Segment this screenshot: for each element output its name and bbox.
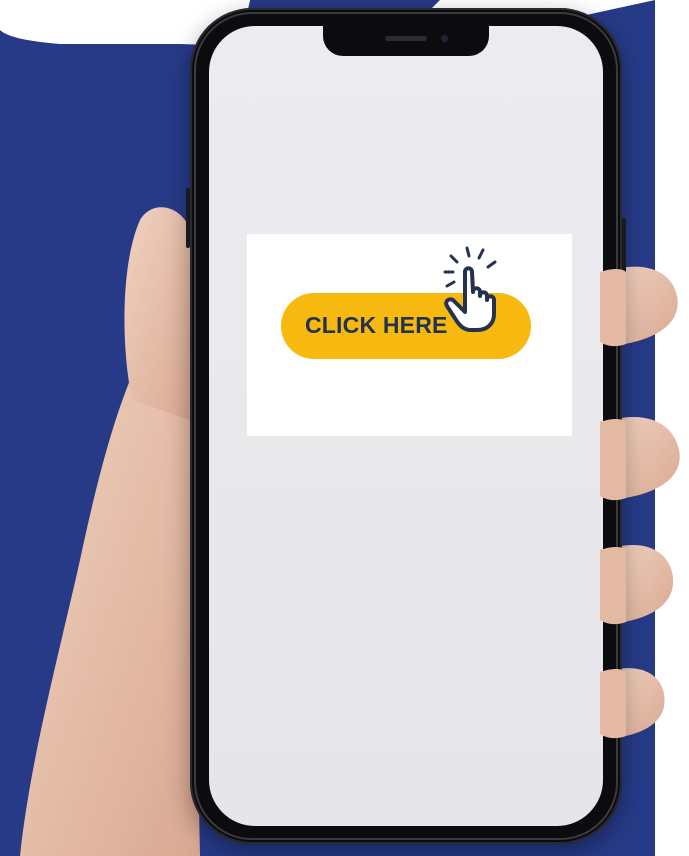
- phone: CLICK HERE: [186, 8, 626, 844]
- cta-card: CLICK HERE: [247, 234, 572, 436]
- scene: CLICK HERE: [0, 0, 689, 856]
- phone-screen: CLICK HERE: [209, 26, 603, 826]
- camera-icon: [441, 35, 448, 42]
- notch: [323, 26, 489, 56]
- hand-pointer-click-icon: [443, 246, 497, 332]
- speaker-icon: [385, 36, 427, 41]
- phone-side-button: [186, 188, 190, 248]
- phone-side-button: [622, 218, 626, 308]
